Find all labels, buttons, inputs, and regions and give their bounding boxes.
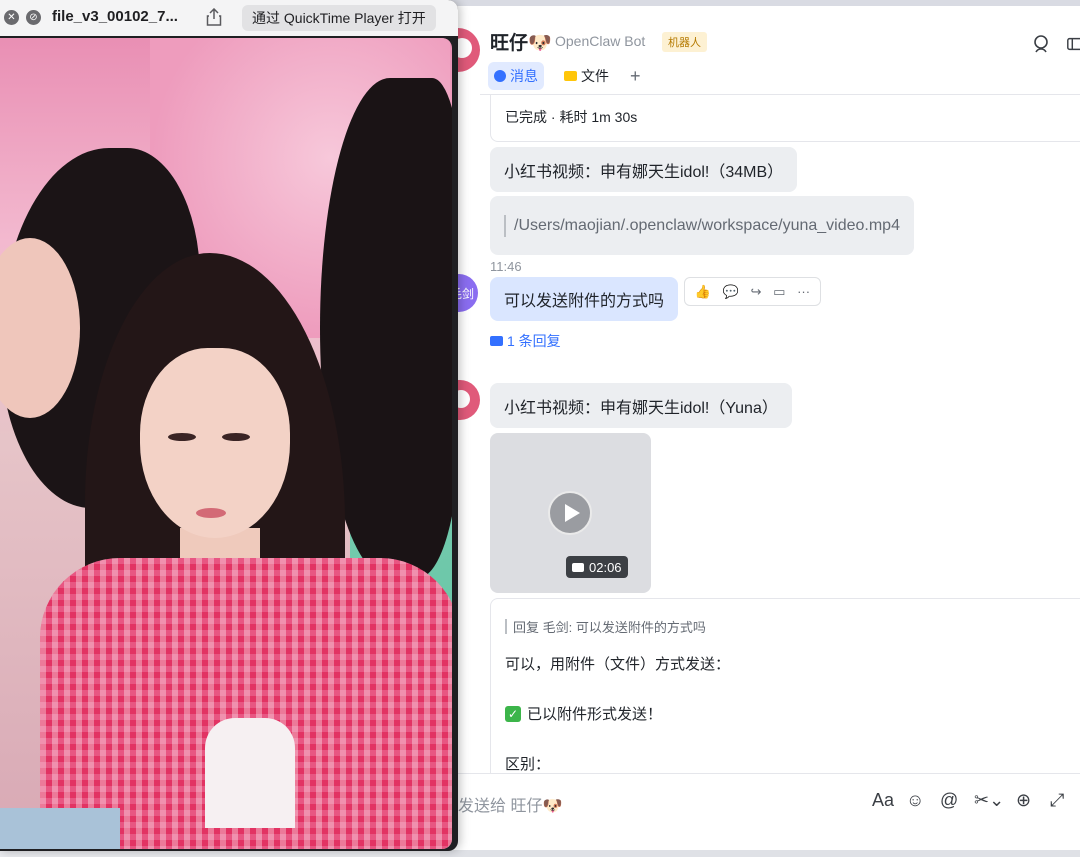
- subject-inner-top: [205, 718, 295, 828]
- subject-lips: [196, 508, 226, 518]
- file-title-text: 小红书视频：申有娜天生idol!（34MB）: [504, 163, 784, 181]
- background-jeans: [0, 808, 120, 849]
- message-actions: 👍 💬 ↪ ▭ ···: [684, 277, 821, 306]
- player-file-title: file_v3_00102_7...: [52, 8, 178, 25]
- tab-messages[interactable]: 消息: [488, 62, 544, 90]
- tab-files[interactable]: 文件: [558, 62, 615, 90]
- share-icon[interactable]: [206, 8, 222, 26]
- video-duration-badge: 02:06: [566, 556, 628, 578]
- video-camera-icon: [572, 562, 584, 572]
- expand-icon[interactable]: ⤢: [1050, 790, 1064, 811]
- reply-line-2-text: 已以附件形式发送！: [527, 706, 663, 723]
- tab-files-label: 文件: [581, 68, 609, 84]
- video-duration: 02:06: [589, 559, 622, 575]
- quote-bar: [504, 214, 506, 237]
- status-text: 已完成 · 耗时 1m 30s: [505, 109, 638, 125]
- close-icon[interactable]: ✕: [4, 10, 19, 25]
- video-frame[interactable]: [0, 38, 452, 849]
- quote-icon[interactable]: ▭: [773, 284, 785, 300]
- add-circle-icon[interactable]: ⊕: [1016, 790, 1031, 811]
- file-path-text: /Users/maojian/.openclaw/workspace/yuna_…: [514, 216, 900, 234]
- subject-eye-left: [168, 433, 196, 441]
- panel-icon[interactable]: [1066, 34, 1080, 54]
- search-icon[interactable]: [1032, 34, 1052, 54]
- emoji-icon[interactable]: ☺: [906, 790, 924, 811]
- forward-icon[interactable]: ↪: [751, 284, 762, 300]
- bot-badge: 机器人: [662, 32, 707, 52]
- file-path-message[interactable]: /Users/maojian/.openclaw/workspace/yuna_…: [490, 196, 914, 255]
- reply-message-card: 回复 毛剑: 可以发送附件的方式吗 可以，用附件（文件）方式发送： ✓ 已以附件…: [490, 598, 1080, 778]
- thread-icon: [490, 336, 503, 346]
- add-tab-button[interactable]: +: [624, 62, 647, 90]
- folder-icon: [564, 71, 577, 81]
- message-timestamp: 11:46: [490, 259, 522, 274]
- disable-icon[interactable]: ⊘: [26, 10, 41, 25]
- chat-subtitle: OpenClaw Bot: [555, 33, 646, 49]
- chat-window: 旺仔🐶 OpenClaw Bot 机器人 消息 文件 + 已完成 · 耗时 1m…: [440, 0, 1080, 857]
- thumbs-up-icon[interactable]: 👍: [695, 284, 711, 300]
- play-icon[interactable]: [548, 491, 592, 535]
- reply-thread-link[interactable]: 1 条回复: [490, 331, 561, 351]
- reply-line-1: 可以，用附件（文件）方式发送：: [505, 656, 731, 673]
- reply-count-text: 1 条回复: [507, 333, 561, 349]
- quicklook-player-window: ✕ ⊘ file_v3_00102_7... 通过 QuickTime Play…: [0, 0, 458, 851]
- mention-icon[interactable]: @: [940, 790, 958, 811]
- scissors-icon[interactable]: ✂⌄: [974, 790, 1004, 811]
- message-composer: 发送给 旺仔🐶 Aa ☺ @ ✂⌄ ⊕ ⤢: [440, 773, 1080, 857]
- status-card: 已完成 · 耗时 1m 30s: [490, 95, 1080, 142]
- user-message-text: 可以发送附件的方式吗: [504, 293, 665, 310]
- video-title-message[interactable]: 小红书视频：申有娜天生idol!（Yuna）: [490, 383, 792, 428]
- composer-input[interactable]: 发送给 旺仔🐶: [458, 792, 562, 816]
- chat-title: 旺仔🐶: [490, 33, 552, 54]
- player-titlebar: ✕ ⊘ file_v3_00102_7... 通过 QuickTime Play…: [0, 0, 458, 36]
- chat-header: 旺仔🐶 OpenClaw Bot 机器人 消息 文件 +: [440, 6, 1080, 90]
- more-icon[interactable]: ···: [797, 284, 810, 299]
- window-bottom-bar: [440, 850, 1080, 857]
- text-format-icon[interactable]: Aa: [872, 790, 894, 811]
- subject-eye-right: [222, 433, 250, 441]
- file-title-message[interactable]: 小红书视频：申有娜天生idol!（34MB）: [490, 147, 798, 192]
- tab-messages-label: 消息: [510, 68, 538, 84]
- reply-quote-text: 回复 毛剑: 可以发送附件的方式吗: [513, 620, 706, 635]
- comment-icon[interactable]: 💬: [723, 284, 739, 300]
- reply-line-3: 区别：: [505, 756, 551, 773]
- video-title-text: 小红书视频：申有娜天生idol!（Yuna）: [504, 399, 778, 417]
- reply-line-2: ✓ 已以附件形式发送！: [505, 703, 662, 724]
- message-icon: [494, 70, 506, 82]
- check-icon: ✓: [505, 705, 521, 722]
- quote-bar: [505, 619, 507, 634]
- open-with-quicktime-button[interactable]: 通过 QuickTime Player 打开: [242, 5, 436, 31]
- reply-quote[interactable]: 回复 毛剑: 可以发送附件的方式吗: [505, 617, 706, 636]
- video-attachment[interactable]: 02:06: [490, 433, 651, 593]
- user-message[interactable]: 可以发送附件的方式吗: [490, 277, 679, 321]
